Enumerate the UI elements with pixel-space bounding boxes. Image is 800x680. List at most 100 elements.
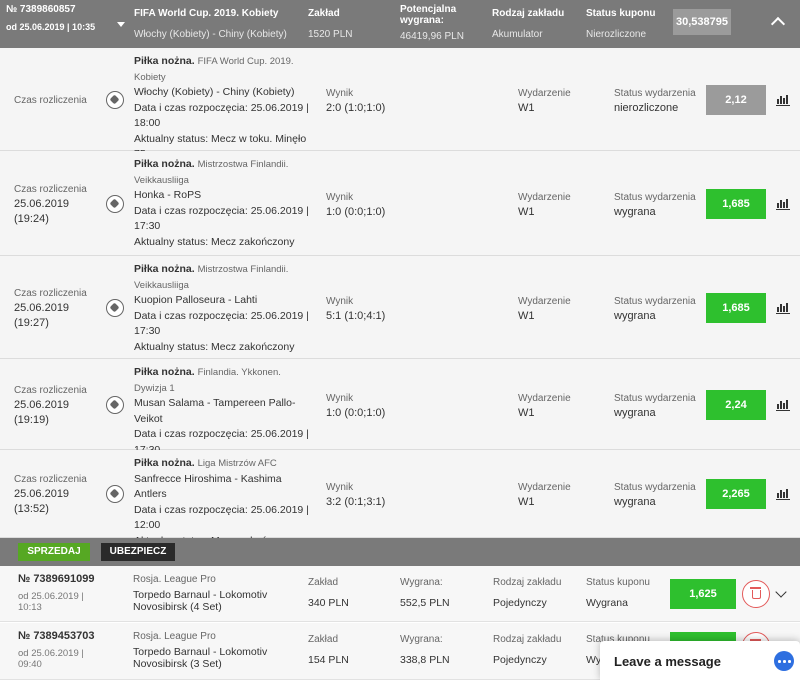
insure-button[interactable]: UBEZPIECZ [101, 543, 175, 561]
match-name: Honka - RoPS [134, 189, 202, 201]
stats-icon[interactable] [776, 94, 790, 106]
event-info: Piłka nożna. Mistrzostwa Finlandii. Veikk… [134, 262, 314, 355]
header-event-match: Włochy (Kobiety) - Chiny (Kobiety) [134, 29, 287, 40]
settle-time-label: Czas rozliczenia [14, 474, 87, 485]
stats-icon[interactable] [776, 198, 790, 210]
coupon-type-label: Rodzaj zakładu [493, 634, 562, 645]
sport-label: Piłka nożna. [134, 158, 195, 170]
chat-bubble-icon[interactable] [774, 651, 794, 671]
sport-label: Piłka nożna. [134, 263, 195, 275]
coupon-date: od 25.06.2019 | 10:35 [6, 22, 96, 32]
selection-label: Wydarzenie [518, 393, 571, 404]
league-name: Mistrzostwa Finlandii. [197, 159, 289, 170]
coupon-match-cont: Novosibirsk (4 Set) [133, 601, 222, 613]
event-row: Czas rozliczenia Piłka nożna. FIFA World … [0, 48, 800, 176]
coupon-type: Pojedynczy [493, 597, 547, 609]
stats-icon[interactable] [776, 302, 790, 314]
coupon-stake-label: Zakład [308, 577, 339, 588]
settle-date: 25.06.2019 [14, 399, 70, 411]
selection-label: Wydarzenie [518, 88, 571, 99]
coupon-header[interactable]: № 7389860857 od 25.06.2019 | 10:35 FIFA … [0, 0, 800, 48]
coupon-time: 09:40 [18, 659, 42, 670]
start-time-hour: 18:00 [134, 117, 161, 129]
start-time: Data i czas rozpoczęcia: 25.06.2019 | [134, 101, 309, 114]
selection-value: W1 [518, 206, 535, 218]
event-row: Czas rozliczenia 25.06.2019 (19:27) Piłka n… [0, 256, 800, 359]
settle-date: 25.06.2019 [14, 198, 70, 210]
coupon-stake-label: Zakład [308, 634, 339, 645]
event-status-value: wygrana [614, 206, 656, 218]
football-icon [106, 396, 124, 414]
league-name: Liga Mistrzów AFC [197, 458, 277, 469]
settle-date: 25.06.2019 [14, 302, 70, 314]
event-row: Czas rozliczenia 25.06.2019 (13:52) Piłka n… [0, 450, 800, 547]
selection-label: Wydarzenie [518, 296, 571, 307]
result-label: Wynik [326, 482, 354, 493]
expand-chevron-icon[interactable] [775, 586, 787, 598]
sell-button[interactable]: SPRZEDAJ [18, 543, 90, 561]
odds-box: 2,12 [706, 85, 766, 115]
event-info: Piłka nożna. Liga Mistrzów AFC Sanfrecce … [134, 456, 314, 549]
coupon-type: Pojedynczy [493, 654, 547, 666]
header-event-title: FIFA World Cup. 2019. Kobiety [134, 8, 279, 19]
coupon-row[interactable]: № 7389691099 od 25.06.2019 | 10:13 Rosja. L… [0, 566, 800, 622]
coupon-status: Wy [586, 654, 602, 666]
stake-value: 1520 PLN [308, 29, 353, 40]
football-icon [106, 299, 124, 317]
event-status-label: Status wydarzenia [614, 393, 696, 404]
event-status-value: nierozliczone [614, 102, 679, 114]
total-odds: 30,538795 [673, 9, 731, 35]
event-row: Czas rozliczenia 25.06.2019 (19:24) Piłka n… [0, 151, 800, 256]
chat-widget[interactable]: Leave a message [600, 641, 800, 680]
result-label: Wynik [326, 192, 354, 203]
settle-time-label: Czas rozliczenia [14, 184, 87, 195]
coupon-league: Rosja. League Pro [133, 574, 216, 585]
settle-hour: (19:19) [14, 414, 49, 426]
coupon-number: № 7389453703 [18, 630, 95, 642]
current-status: Aktualny status: Mecz zakończony [134, 340, 295, 353]
selection-value: W1 [518, 310, 535, 322]
stats-icon[interactable] [776, 488, 790, 500]
result-label: Wynik [326, 393, 354, 404]
football-icon [106, 485, 124, 503]
potential-win-value: 46419,96 PLN [400, 31, 464, 42]
odds-box: 2,24 [706, 390, 766, 420]
event-status-label: Status wydarzenia [614, 482, 696, 493]
settle-time-label: Czas rozliczenia [14, 95, 87, 106]
selection-value: W1 [518, 407, 535, 419]
football-icon [106, 195, 124, 213]
selection-label: Wydarzenie [518, 482, 571, 493]
start-time-hour: 12:00 [134, 519, 161, 531]
delete-icon[interactable] [742, 580, 770, 608]
start-time: Data i czas rozpoczęcia: 25.06.2019 | [134, 503, 309, 516]
settle-time-label: Czas rozliczenia [14, 385, 87, 396]
stake-label: Zakład [308, 8, 340, 19]
event-row: Czas rozliczenia 25.06.2019 (19:19) Piłka n… [0, 359, 800, 471]
start-time: Data i czas rozpoczęcia: 25.06.2019 | [134, 428, 309, 440]
event-status-label: Status wydarzenia [614, 296, 696, 307]
start-time: Data i czas rozpoczęcia: 25.06.2019 | [134, 309, 309, 322]
caret-down-icon[interactable] [117, 22, 125, 27]
bet-type-label: Rodzaj zakładu [492, 8, 565, 19]
current-status: Aktualny status: Mecz zakończony [134, 235, 295, 248]
bet-type-value: Akumulator [492, 29, 543, 40]
match-name: Kuopion Palloseura - Lahti [134, 294, 258, 306]
potential-win-label: Potencjalna wygrana: [400, 4, 457, 26]
match-name: Sanfrecce Hiroshima - Kashima Antlers [134, 472, 282, 501]
league-name: Mistrzostwa Finlandii. [197, 264, 289, 275]
stats-icon[interactable] [776, 399, 790, 411]
coupon-status: Wygrana [586, 597, 628, 609]
event-status-value: wygrana [614, 310, 656, 322]
start-time: Data i czas rozpoczęcia: 25.06.2019 | [134, 204, 309, 217]
settle-date: 25.06.2019 [14, 488, 70, 500]
result-value: 5:1 (1:0;4:1) [326, 310, 386, 322]
coupon-status-label: Status kuponu [586, 577, 650, 588]
settle-hour: (13:52) [14, 503, 49, 515]
result-label: Wynik [326, 296, 354, 307]
coupon-status-label: Status kuponu [586, 8, 656, 19]
collapse-chevron-icon[interactable] [770, 16, 786, 32]
coupon-actions-bar: SPRZEDAJ UBEZPIECZ [0, 538, 800, 566]
settle-hour: (19:24) [14, 213, 49, 225]
result-value: 3:2 (0:1;3:1) [326, 496, 386, 508]
coupon-type-label: Rodzaj zakładu [493, 577, 562, 588]
